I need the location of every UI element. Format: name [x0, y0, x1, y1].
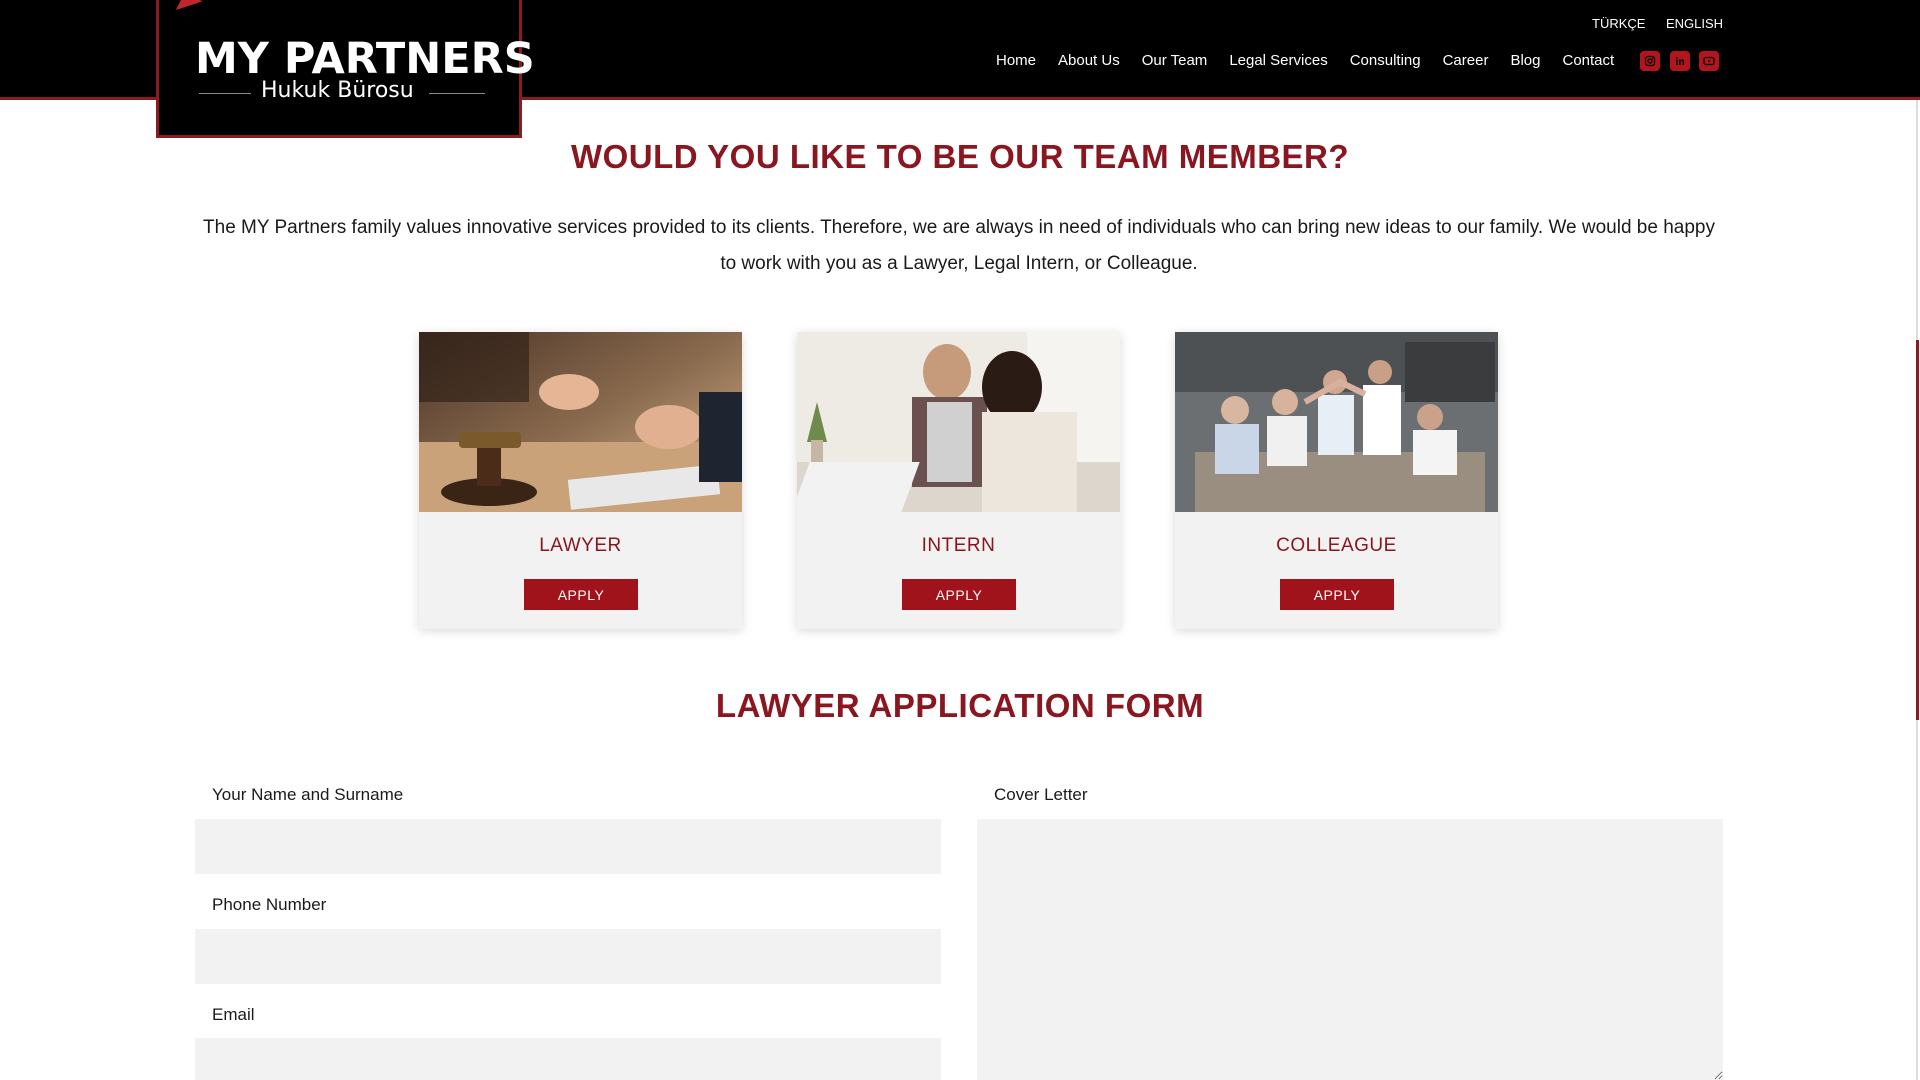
email-input[interactable]: [195, 1038, 941, 1080]
career-card-lawyer: LAWYER APPLY: [419, 332, 742, 629]
apply-colleague-button[interactable]: APPLY: [1280, 579, 1394, 610]
nav-consulting[interactable]: Consulting: [1350, 52, 1421, 69]
logo-divider-right: [429, 93, 485, 94]
lawyer-photo: [419, 332, 742, 512]
nav-career[interactable]: Career: [1443, 52, 1489, 69]
nav-our-team[interactable]: Our Team: [1142, 52, 1208, 69]
career-card-title: COLLEAGUE: [1276, 535, 1397, 556]
name-input[interactable]: [195, 819, 941, 874]
page-edge-accent: [1916, 340, 1919, 720]
phone-input[interactable]: [195, 929, 941, 984]
page-title: WOULD YOU LIKE TO BE OUR TEAM MEMBER?: [570, 138, 1350, 175]
colleague-photo: [1175, 332, 1498, 512]
nav-legal-services[interactable]: Legal Services: [1229, 52, 1327, 69]
logo-mark-icon: [171, 0, 203, 10]
phone-label: Phone Number: [212, 895, 327, 914]
career-card-title: LAWYER: [539, 535, 622, 556]
language-english-link[interactable]: ENGLISH: [1666, 16, 1723, 31]
instagram-icon[interactable]: [1640, 51, 1660, 71]
linkedin-icon[interactable]: [1670, 51, 1690, 71]
career-card-title: INTERN: [921, 535, 996, 556]
language-turkish-link[interactable]: TÜRKÇE: [1592, 16, 1645, 31]
name-label: Your Name and Surname: [212, 785, 404, 804]
intern-photo: [797, 332, 1120, 512]
cover-letter-textarea[interactable]: [977, 819, 1723, 1080]
email-label: Email: [212, 1005, 255, 1024]
form-title: LAWYER APPLICATION FORM: [715, 687, 1205, 724]
intro-text: The MY Partners family values innovative…: [203, 217, 1715, 274]
logo-subtitle: Hukuk Bürosu: [261, 78, 414, 103]
apply-lawyer-button[interactable]: APPLY: [524, 579, 638, 610]
nav-contact[interactable]: Contact: [1562, 52, 1614, 69]
logo[interactable]: MY PARTNERS Hukuk Bürosu: [156, 0, 535, 138]
logo-title: MY PARTNERS: [195, 34, 535, 84]
career-card-intern: INTERN APPLY: [797, 332, 1120, 629]
nav-about-us[interactable]: About Us: [1058, 52, 1120, 69]
apply-intern-button[interactable]: APPLY: [902, 579, 1016, 610]
youtube-icon[interactable]: [1699, 51, 1719, 71]
logo-divider-left: [199, 93, 251, 94]
nav-home[interactable]: Home: [996, 52, 1036, 69]
nav-blog[interactable]: Blog: [1510, 52, 1540, 69]
main-nav: Home About Us Our Team Legal Services Co…: [996, 52, 1636, 69]
career-card-colleague: COLLEAGUE APPLY: [1175, 332, 1498, 629]
cover-letter-label: Cover Letter: [994, 785, 1088, 804]
